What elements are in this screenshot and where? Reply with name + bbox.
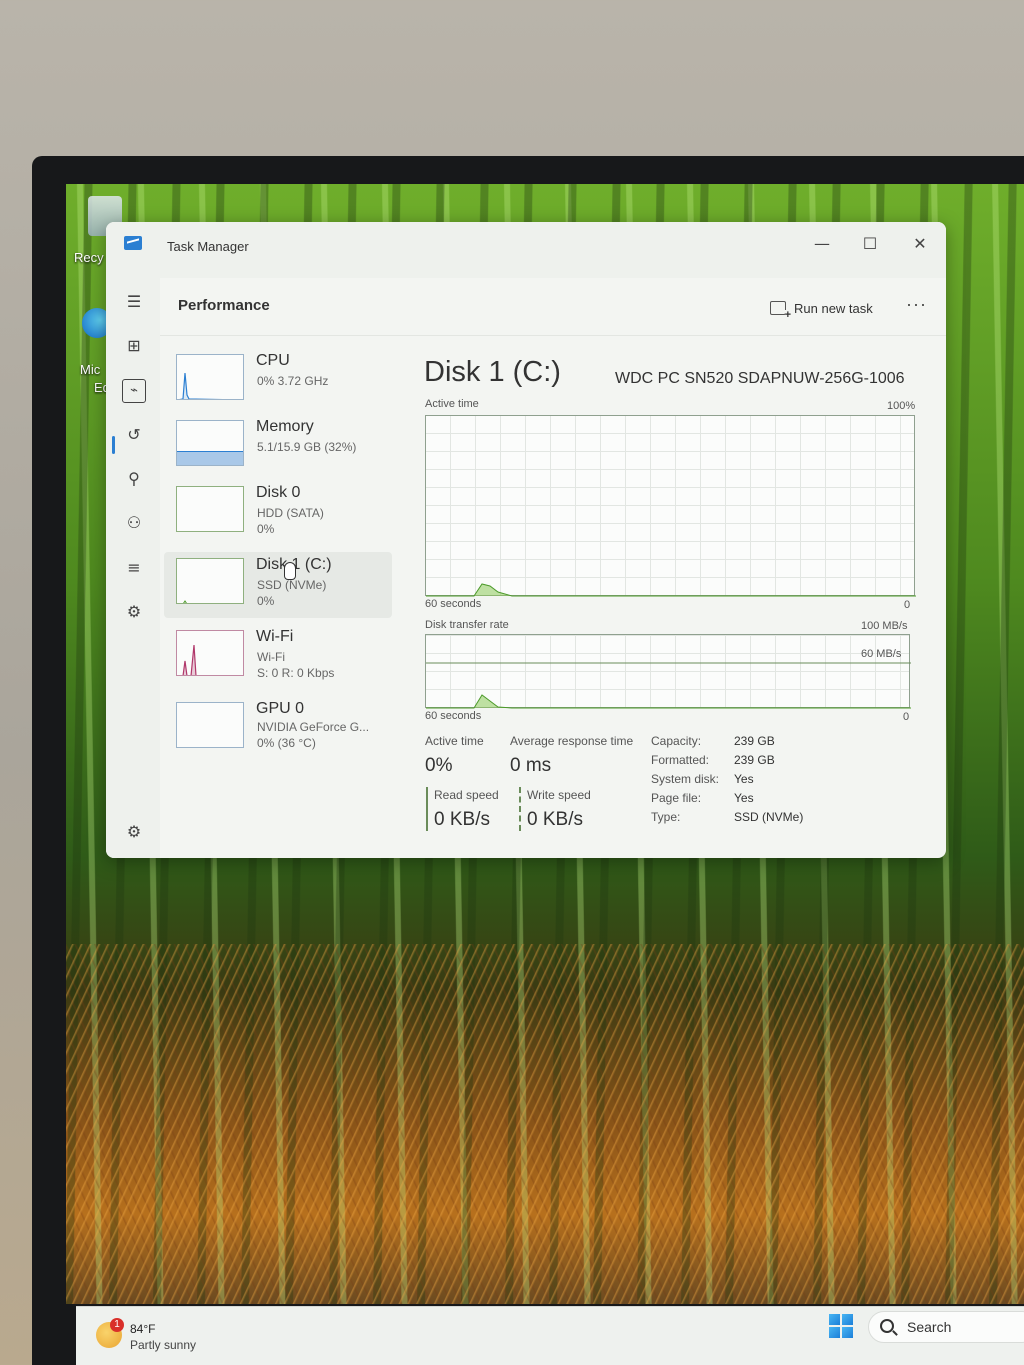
recycle-bin-label[interactable]: Recy: [74, 250, 104, 265]
disk-model: WDC PC SN520 SDAPNUW-256G-1006: [615, 370, 905, 387]
resource-name: GPU 0: [256, 700, 305, 717]
users-icon[interactable]: ⚇: [122, 511, 146, 535]
type-label: Type:: [651, 810, 681, 824]
resource-name: Memory: [256, 418, 314, 435]
disk-title: Disk 1 (C:): [424, 356, 561, 388]
resource-detail: 5.1/15.9 GB (32%): [257, 440, 357, 454]
taskbar-search[interactable]: Search: [868, 1311, 1024, 1343]
system-disk-value: Yes: [734, 772, 754, 786]
gpu0-thumbnail-graph: [176, 702, 244, 748]
active-time-graph: [425, 415, 916, 597]
active-time-graph-duration: 60 seconds: [425, 598, 482, 610]
resource-cpu[interactable]: CPU 0% 3.72 GHz: [164, 348, 392, 414]
windows-logo-icon: [829, 1314, 840, 1325]
notification-badge: 1: [110, 1318, 124, 1332]
title-bar[interactable]: Task Manager — ☐ ✕: [106, 222, 946, 278]
write-speed-value: 0 KB/s: [527, 809, 583, 830]
active-time-graph-max: 100%: [887, 400, 916, 412]
processes-icon[interactable]: ⊞: [122, 334, 146, 358]
resource-detail: 0% 3.72 GHz: [257, 374, 329, 388]
performance-header: Performance Run new task ···: [160, 278, 946, 336]
resource-usage: S: 0 R: 0 Kbps: [257, 666, 335, 680]
weather-condition: Partly sunny: [130, 1338, 197, 1352]
run-new-task-button[interactable]: Run new task: [770, 301, 873, 321]
resource-usage: 0%: [257, 594, 275, 608]
minimize-button[interactable]: —: [802, 230, 842, 258]
transfer-rate-graph-duration: 60 seconds: [425, 710, 482, 722]
cpu-thumbnail-graph: [176, 354, 244, 400]
transfer-rate-graph-max: 100 MB/s: [861, 620, 908, 632]
search-label: Search: [907, 1319, 952, 1335]
app-history-icon[interactable]: ↺: [122, 423, 146, 447]
startup-apps-icon[interactable]: ⚲: [122, 467, 146, 491]
transfer-rate-graph-min: 0: [903, 711, 910, 723]
start-button[interactable]: [829, 1314, 853, 1338]
resource-usage: 0%: [257, 522, 275, 536]
active-time-label: Active time: [425, 734, 484, 748]
task-manager-app-icon: [124, 236, 142, 250]
transfer-rate-graph: [425, 634, 911, 709]
nav-active-indicator: [112, 436, 115, 454]
edge-shortcut-label[interactable]: Mic: [80, 362, 100, 377]
resource-gpu0[interactable]: GPU 0 NVIDIA GeForce G... 0% (36 °C): [164, 696, 392, 762]
task-manager-window: Task Manager — ☐ ✕ ☰ ⊞ ⌁ ↺ ⚲ ⚇ ≡ ⚙ ⚙ Per…: [106, 222, 946, 858]
transfer-rate-graph-label: Disk transfer rate: [425, 619, 509, 631]
memory-thumbnail-graph: [176, 420, 244, 466]
details-icon[interactable]: ≡: [122, 556, 146, 580]
avg-response-label: Average response time: [510, 734, 634, 748]
read-speed-label: Read speed: [434, 788, 499, 802]
mouse-cursor-icon: [284, 562, 296, 580]
transfer-rate-reference: 60 MB/s: [861, 648, 902, 660]
run-new-task-label: Run new task: [794, 301, 873, 316]
write-speed-label: Write speed: [527, 788, 591, 802]
performance-icon[interactable]: ⌁: [122, 379, 146, 403]
resource-name: Wi-Fi: [256, 628, 294, 645]
more-options-button[interactable]: ···: [906, 294, 927, 315]
settings-icon[interactable]: ⚙: [122, 820, 146, 844]
maximize-button[interactable]: ☐: [850, 230, 890, 258]
resource-disk1[interactable]: Disk 1 (C:) SSD (NVMe) 0%: [164, 552, 392, 618]
nav-rail: ☰ ⊞ ⌁ ↺ ⚲ ⚇ ≡ ⚙ ⚙: [106, 278, 160, 858]
type-value: SSD (NVMe): [734, 810, 804, 824]
resource-detail: SSD (NVMe): [257, 578, 327, 592]
avg-response-value: 0 ms: [510, 755, 552, 776]
weather-temperature: 84°F: [130, 1322, 156, 1336]
resource-wifi[interactable]: Wi-Fi Wi-Fi S: 0 R: 0 Kbps: [164, 624, 392, 690]
services-icon[interactable]: ⚙: [122, 600, 146, 624]
resource-name: CPU: [256, 352, 290, 369]
window-title: Task Manager: [167, 239, 249, 254]
resource-detail: Wi-Fi: [257, 650, 285, 664]
system-disk-label: System disk:: [651, 772, 720, 786]
page-file-label: Page file:: [651, 791, 702, 805]
resource-detail: HDD (SATA): [257, 506, 324, 520]
write-speed-indicator: [519, 787, 521, 831]
search-icon: [880, 1319, 894, 1333]
active-time-graph-min: 0: [904, 599, 911, 611]
active-time-value: 0%: [425, 755, 453, 776]
weather-widget[interactable]: 1 84°F Partly sunny: [96, 1318, 226, 1358]
capacity-value: 239 GB: [734, 734, 775, 748]
disk0-thumbnail-graph: [176, 486, 244, 532]
memory-usage-fill: [177, 450, 243, 465]
run-task-icon: [770, 301, 791, 321]
read-speed-value: 0 KB/s: [434, 809, 490, 830]
disk1-thumbnail-graph: [176, 558, 244, 604]
resource-disk0[interactable]: Disk 0 HDD (SATA) 0%: [164, 480, 392, 546]
close-button[interactable]: ✕: [900, 230, 940, 258]
page-file-value: Yes: [734, 791, 754, 805]
wifi-thumbnail-graph: [176, 630, 244, 676]
resource-usage: 0% (36 °C): [257, 736, 316, 750]
resource-name: Disk 0: [256, 484, 301, 501]
resource-memory[interactable]: Memory 5.1/15.9 GB (32%): [164, 414, 392, 480]
resource-detail: NVIDIA GeForce G...: [257, 720, 370, 734]
capacity-label: Capacity:: [651, 734, 702, 748]
active-time-graph-label: Active time: [425, 398, 479, 410]
formatted-label: Formatted:: [651, 753, 710, 767]
formatted-value: 239 GB: [734, 753, 775, 767]
read-speed-indicator: [426, 787, 428, 831]
page-title: Performance: [178, 297, 270, 314]
hamburger-menu-icon[interactable]: ☰: [122, 290, 146, 314]
